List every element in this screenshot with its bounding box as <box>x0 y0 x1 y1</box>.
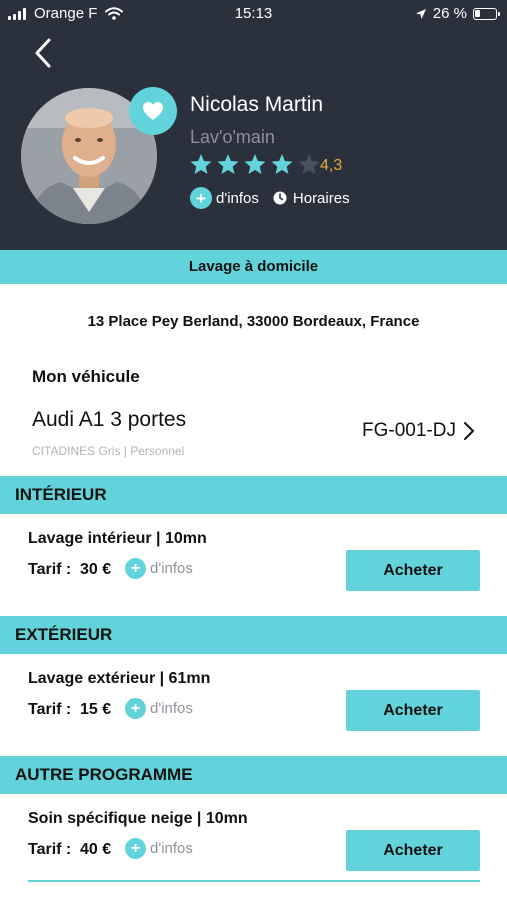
heart-icon <box>143 102 163 120</box>
back-button[interactable] <box>28 36 58 70</box>
price-label: Tarif : <box>28 701 72 718</box>
divider <box>28 880 480 882</box>
profile-header: Orange F 15:13 26 % Nicolas Martin Lav'o… <box>0 0 507 250</box>
hours-link[interactable]: Horaires <box>273 190 350 207</box>
section-header-exterieur: EXTÉRIEUR <box>0 616 507 654</box>
plus-icon: + <box>125 698 146 719</box>
provider-name: Nicolas Martin <box>190 93 324 116</box>
price-label: Tarif : <box>28 561 72 578</box>
vehicle-section-title: Mon véhicule <box>32 367 140 386</box>
plus-icon: + <box>190 187 212 209</box>
hours-label: Horaires <box>292 189 350 207</box>
clock-icon <box>273 191 287 205</box>
service-more-info-link[interactable]: + d'infos <box>125 838 193 859</box>
service-address: 13 Place Pey Berland, 33000 Bordeaux, Fr… <box>87 313 420 330</box>
buy-button[interactable]: Acheter <box>346 550 480 591</box>
price-label: Tarif : <box>28 841 72 858</box>
service-price: 40 € <box>80 841 112 858</box>
star-filled-icon <box>244 154 266 174</box>
chevron-left-icon <box>35 38 51 68</box>
buy-button[interactable]: Acheter <box>346 690 480 731</box>
section-header-autre-programme: AUTRE PROGRAMME <box>0 756 507 794</box>
vehicle-details: CITADINES Gris | Personnel <box>32 444 185 458</box>
vehicle-name: Audi A1 3 portes <box>32 408 187 431</box>
status-right: 26 % <box>415 5 500 22</box>
favorite-button[interactable] <box>129 87 177 135</box>
battery-icon <box>473 7 500 20</box>
chevron-right-icon <box>464 422 474 440</box>
service-name: Soin spécifique neige | 10mn <box>28 810 248 827</box>
status-bar: Orange F 15:13 26 % <box>0 0 507 28</box>
plus-icon: + <box>125 558 146 579</box>
service-type-banner: Lavage à domicile <box>0 250 507 284</box>
battery-percent: 26 % <box>432 5 467 22</box>
plus-icon: + <box>125 838 146 859</box>
service-card: Lavage extérieur | 61mn Tarif : 15 € + d… <box>0 654 507 738</box>
provider-company: Lav'o'main <box>190 127 275 147</box>
service-more-info-link[interactable]: + d'infos <box>125 558 193 579</box>
service-name: Lavage intérieur | 10mn <box>28 530 207 547</box>
star-empty-icon <box>298 154 320 174</box>
service-price: 15 € <box>80 701 112 718</box>
section-header-interieur: INTÉRIEUR <box>0 476 507 514</box>
more-info-label: d'infos <box>150 560 193 577</box>
location-arrow-icon <box>415 8 426 19</box>
service-name: Lavage extérieur | 61mn <box>28 670 211 687</box>
service-more-info-link[interactable]: + d'infos <box>125 698 193 719</box>
profile-links: + d'infos Horaires <box>190 187 350 209</box>
vehicle-row[interactable]: Audi A1 3 portes CITADINES Gris | Person… <box>0 400 507 466</box>
more-info-label: d'infos <box>150 700 193 717</box>
more-info-label: d'infos <box>216 189 259 207</box>
service-card: Soin spécifique neige | 10mn Tarif : 40 … <box>0 794 507 878</box>
star-filled-icon <box>271 154 293 174</box>
more-info-link[interactable]: + d'infos <box>190 187 259 209</box>
vehicle-plate: FG-001-DJ <box>362 420 456 441</box>
rating-stars <box>189 153 321 176</box>
service-price: 30 € <box>80 561 112 578</box>
more-info-label: d'infos <box>150 840 193 857</box>
service-card: Lavage intérieur | 10mn Tarif : 30 € + d… <box>0 514 507 598</box>
star-filled-icon <box>190 154 212 174</box>
star-filled-icon <box>217 154 239 174</box>
rating-value: 4,3 <box>320 157 343 174</box>
buy-button[interactable]: Acheter <box>346 830 480 871</box>
